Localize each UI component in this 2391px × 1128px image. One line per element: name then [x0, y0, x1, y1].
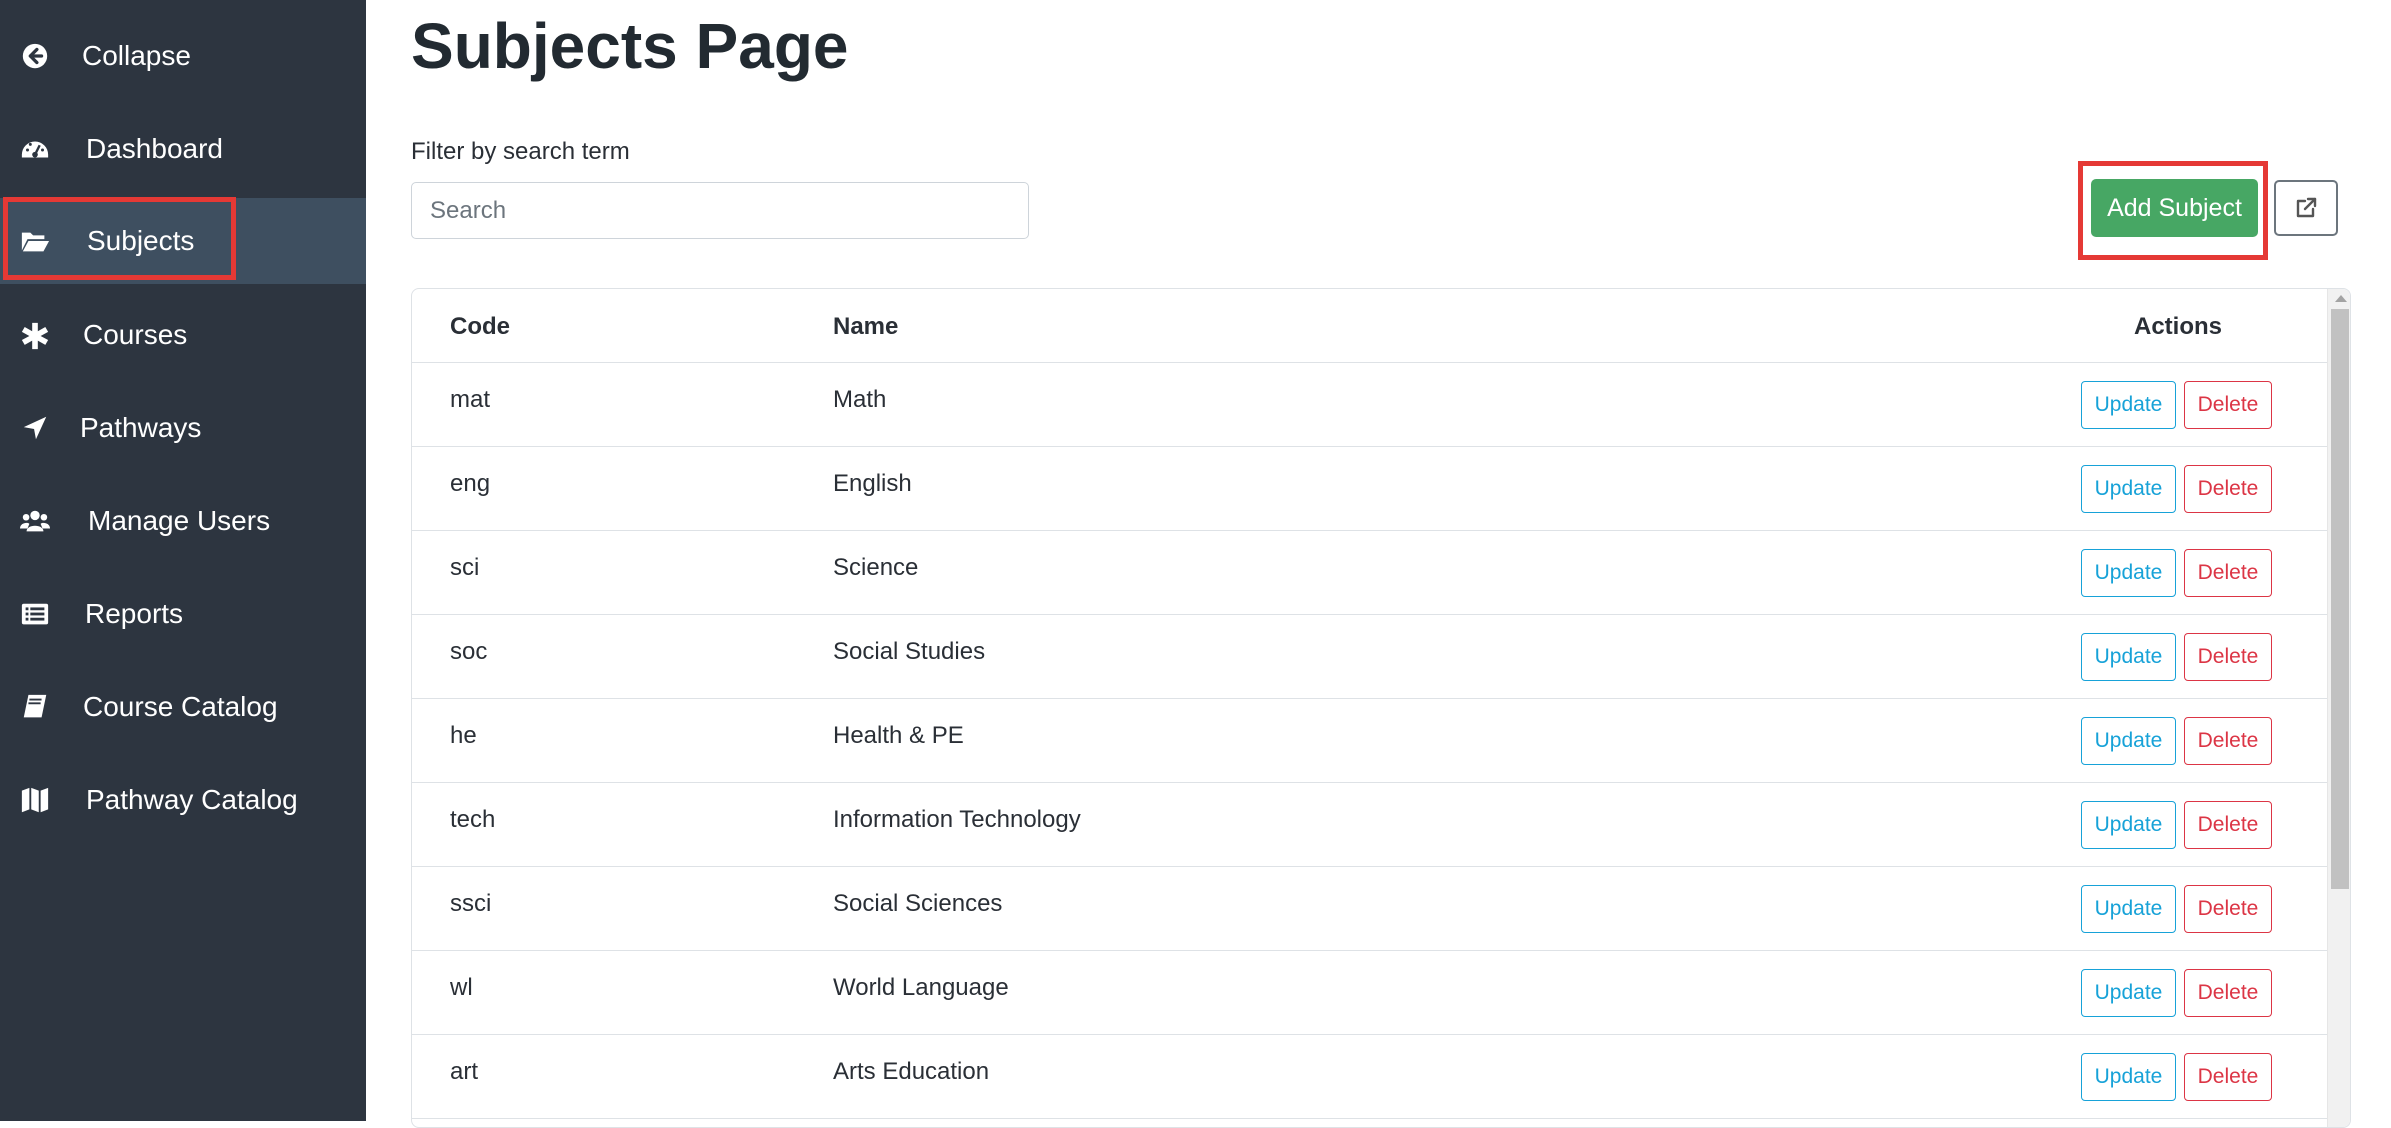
update-button[interactable]: Update — [2081, 885, 2176, 933]
sidebar-item-label: Pathways — [80, 412, 202, 443]
delete-button[interactable]: Delete — [2184, 801, 2272, 849]
delete-button[interactable]: Delete — [2184, 465, 2272, 513]
cell-name: Health & PE — [833, 722, 964, 749]
update-button[interactable]: Update — [2081, 381, 2176, 429]
sidebar-item-courses[interactable]: Courses — [0, 292, 366, 378]
column-header-name: Name — [833, 313, 899, 340]
delete-button[interactable]: Delete — [2184, 633, 2272, 681]
cell-code: ssci — [450, 890, 492, 917]
cell-name: Arts Education — [833, 1058, 990, 1085]
column-header-actions: Actions — [2134, 313, 2223, 340]
cell-name: World Language — [833, 974, 1009, 1001]
cell-code: art — [450, 1058, 479, 1085]
cell-name: Science — [833, 554, 919, 581]
update-button[interactable]: Update — [2081, 801, 2176, 849]
sidebar-item-course-catalog[interactable]: Course Catalog — [0, 664, 366, 750]
table-row: sci Science Update Delete — [412, 531, 2327, 615]
cell-name: Social Studies — [833, 638, 986, 665]
scrollbar[interactable] — [2327, 289, 2350, 1127]
search-input[interactable] — [411, 182, 1029, 239]
table-row: wl World Language Update Delete — [412, 951, 2327, 1035]
sidebar-item-label: Reports — [85, 598, 184, 629]
table-row: soc Social Studies Update Delete — [412, 615, 2327, 699]
map-icon — [18, 783, 52, 817]
sidebar-item-pathway-catalog[interactable]: Pathway Catalog — [0, 757, 366, 843]
sidebar-item-dashboard[interactable]: Dashboard — [0, 106, 366, 192]
table-row: eng English Update Delete — [412, 447, 2327, 531]
page-title: Subjects Page — [411, 10, 849, 82]
sidebar-item-label: Collapse — [82, 40, 191, 71]
dashboard-gauge-icon — [18, 132, 52, 166]
table-row: tech Information Technology Update Delete — [412, 783, 2327, 867]
sidebar-item-pathways[interactable]: Pathways — [0, 385, 366, 471]
scrollbar-thumb[interactable] — [2331, 309, 2349, 889]
scroll-up-arrow-icon[interactable] — [2335, 295, 2347, 302]
cell-code: he — [450, 722, 477, 749]
external-link-button[interactable] — [2274, 180, 2338, 236]
sidebar-item-label: Pathway Catalog — [86, 784, 298, 815]
table-header: Code Name Actions — [412, 289, 2327, 363]
cell-name: English — [833, 470, 912, 497]
table-row: he Health & PE Update Delete — [412, 699, 2327, 783]
add-subject-button[interactable]: Add Subject — [2091, 179, 2258, 237]
asterisk-icon — [18, 318, 52, 352]
sidebar: Collapse Dashboard Subjects Courses Path… — [0, 0, 366, 1121]
sidebar-item-label: Manage Users — [88, 505, 271, 536]
cell-code: tech — [450, 806, 496, 833]
sidebar-item-label: Courses — [83, 319, 188, 350]
update-button[interactable]: Update — [2081, 1053, 2176, 1101]
update-button[interactable]: Update — [2081, 465, 2176, 513]
sidebar-item-label: Dashboard — [86, 133, 223, 164]
folder-open-icon — [18, 224, 52, 258]
filter-label: Filter by search term — [411, 138, 630, 165]
table-row: mat Math Update Delete — [412, 363, 2327, 447]
list-alt-icon — [18, 597, 52, 631]
delete-button[interactable]: Delete — [2184, 969, 2272, 1017]
sidebar-item-label: Course Catalog — [83, 691, 278, 722]
update-button[interactable]: Update — [2081, 717, 2176, 765]
cell-code: eng — [450, 470, 491, 497]
cell-name: Math — [833, 386, 887, 413]
cell-code: sci — [450, 554, 480, 581]
delete-button[interactable]: Delete — [2184, 717, 2272, 765]
sidebar-item-collapse[interactable]: Collapse — [0, 13, 366, 99]
delete-button[interactable]: Delete — [2184, 1053, 2272, 1101]
external-link-icon — [2293, 195, 2319, 221]
delete-button[interactable]: Delete — [2184, 549, 2272, 597]
sidebar-item-subjects[interactable]: Subjects — [0, 198, 366, 284]
subjects-table: Code Name Actions mat Math Update Delete eng… — [411, 288, 2351, 1128]
table-row: ssci Social Sciences Update Delete — [412, 867, 2327, 951]
location-arrow-icon — [18, 411, 52, 445]
cell-code: wl — [450, 974, 473, 1001]
sidebar-item-label: Subjects — [87, 225, 195, 256]
delete-button[interactable]: Delete — [2184, 381, 2272, 429]
update-button[interactable]: Update — [2081, 633, 2176, 681]
sidebar-item-reports[interactable]: Reports — [0, 571, 366, 657]
cell-name: Information Technology — [833, 806, 1081, 833]
book-icon — [18, 690, 52, 724]
update-button[interactable]: Update — [2081, 549, 2176, 597]
sidebar-item-manage-users[interactable]: Manage Users — [0, 478, 366, 564]
cell-code: mat — [450, 386, 491, 413]
users-icon — [18, 504, 52, 538]
update-button[interactable]: Update — [2081, 969, 2176, 1017]
arrow-circle-left-icon — [18, 39, 52, 73]
cell-code: soc — [450, 638, 488, 665]
cell-name: Social Sciences — [833, 890, 1003, 917]
table-row: art Arts Education Update Delete — [412, 1035, 2327, 1119]
delete-button[interactable]: Delete — [2184, 885, 2272, 933]
column-header-code: Code — [450, 313, 510, 340]
